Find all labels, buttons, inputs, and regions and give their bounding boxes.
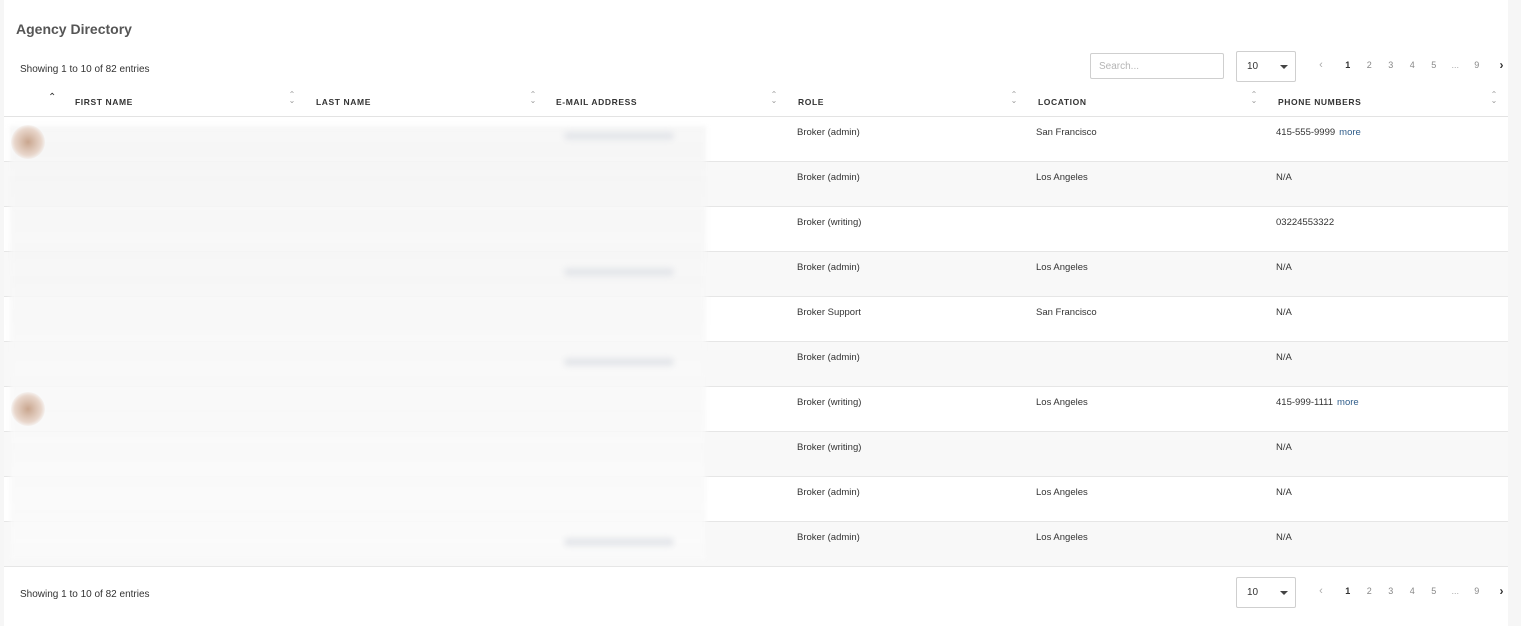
redacted-email (564, 132, 674, 140)
prev-page-button[interactable]: ‹ (1317, 59, 1325, 71)
pagination-bottom: ‹ 1 2 3 4 5 ... 9 › (1317, 584, 1507, 598)
table-header: ⌃ FIRST NAME ⌃ ⌄ LAST NAME ⌃ ⌄ E-MAIL ADDR… (4, 88, 1508, 117)
column-header-role[interactable]: ROLE (798, 88, 824, 116)
cell-location: Los Angeles (1036, 172, 1088, 183)
column-header-location[interactable]: LOCATION (1038, 88, 1087, 116)
page-button-5[interactable]: 5 (1423, 586, 1445, 596)
phone-number: N/A (1276, 172, 1292, 183)
cell-role: Broker (admin) (797, 127, 860, 138)
page-button-9[interactable]: 9 (1466, 60, 1488, 70)
pagination-top: ‹ 1 2 3 4 5 ... 9 › (1317, 58, 1507, 72)
cell-role: Broker (admin) (797, 352, 860, 363)
sort-icon[interactable]: ⌃ ⌄ (529, 91, 537, 105)
cell-role: Broker (writing) (797, 397, 862, 408)
cell-location: Los Angeles (1036, 487, 1088, 498)
column-header-last-name[interactable]: LAST NAME (316, 88, 371, 116)
cell-phone: N/A (1276, 487, 1292, 498)
cell-role: Broker Support (797, 307, 861, 318)
page-title: Agency Directory (16, 21, 132, 37)
redacted-email (564, 268, 674, 276)
cell-phone: N/A (1276, 532, 1292, 543)
cell-role: Broker (writing) (797, 217, 862, 228)
phone-number: N/A (1276, 487, 1292, 498)
avatar (11, 392, 45, 426)
cell-phone: N/A (1276, 262, 1292, 273)
avatar (11, 125, 45, 159)
caret-down-icon (1280, 65, 1288, 69)
page-button-2[interactable]: 2 (1359, 586, 1381, 596)
sort-icon[interactable]: ⌃ ⌄ (1250, 91, 1258, 105)
cell-phone: N/A (1276, 172, 1292, 183)
redacted-personal-info (10, 126, 706, 560)
prev-page-button[interactable]: ‹ (1317, 585, 1325, 597)
pagination-ellipsis: ... (1451, 60, 1459, 70)
phone-number: 415-555-9999 (1276, 127, 1336, 138)
page-button-3[interactable]: 3 (1380, 586, 1402, 596)
cell-phone: 03224553322 (1276, 217, 1334, 228)
sort-icon[interactable]: ⌃ ⌄ (770, 91, 778, 105)
phone-number: N/A (1276, 442, 1292, 453)
cell-role: Broker (admin) (797, 532, 860, 543)
sort-asc-icon[interactable]: ⌃ (48, 92, 56, 103)
cell-location: Los Angeles (1036, 397, 1088, 408)
cell-role: Broker (admin) (797, 262, 860, 273)
sort-icon[interactable]: ⌃ ⌄ (288, 91, 296, 105)
cell-location: San Francisco (1036, 127, 1097, 138)
page-size-value: 10 (1247, 61, 1259, 72)
redacted-email (564, 538, 674, 546)
more-phones-link[interactable]: more (1337, 397, 1359, 408)
cell-location: San Francisco (1036, 307, 1097, 318)
search-input[interactable] (1090, 53, 1224, 79)
cell-phone: 415-555-9999 more (1276, 127, 1361, 138)
cell-phone: N/A (1276, 307, 1292, 318)
column-header-phone[interactable]: PHONE NUMBERS (1278, 88, 1361, 116)
phone-number: N/A (1276, 307, 1292, 318)
page-button-2[interactable]: 2 (1359, 60, 1381, 70)
page-button-4[interactable]: 4 (1402, 586, 1424, 596)
next-page-button[interactable]: › (1497, 58, 1507, 72)
cell-location: Los Angeles (1036, 262, 1088, 273)
page-button-1[interactable]: 1 (1337, 60, 1359, 70)
caret-down-icon (1280, 591, 1288, 595)
sort-icon[interactable]: ⌃ ⌄ (1010, 91, 1018, 105)
cell-phone: N/A (1276, 352, 1292, 363)
page-button-4[interactable]: 4 (1402, 60, 1424, 70)
column-header-email[interactable]: E-MAIL ADDRESS (556, 88, 637, 116)
cell-role: Broker (admin) (797, 487, 860, 498)
page-button-1[interactable]: 1 (1337, 586, 1359, 596)
redacted-email (564, 358, 674, 366)
cell-location: Los Angeles (1036, 532, 1088, 543)
cell-role: Broker (writing) (797, 442, 862, 453)
agency-directory-panel: Agency Directory Showing 1 to 10 of 82 e… (4, 0, 1508, 626)
page-size-select-bottom[interactable]: 10 (1236, 577, 1296, 608)
sort-icon[interactable]: ⌃ ⌄ (1490, 91, 1498, 105)
page-size-select-top[interactable]: 10 (1236, 51, 1296, 82)
column-header-first-name[interactable]: FIRST NAME (75, 88, 133, 116)
more-phones-link[interactable]: more (1339, 127, 1361, 138)
phone-number: N/A (1276, 352, 1292, 363)
phone-number: N/A (1276, 262, 1292, 273)
cell-phone: 415-999-1111 more (1276, 397, 1359, 408)
phone-number: 03224553322 (1276, 217, 1335, 228)
entries-info-bottom: Showing 1 to 10 of 82 entries (20, 589, 150, 600)
entries-info-top: Showing 1 to 10 of 82 entries (20, 64, 150, 75)
cell-phone: N/A (1276, 442, 1292, 453)
page-button-5[interactable]: 5 (1423, 60, 1445, 70)
pagination-ellipsis: ... (1451, 586, 1459, 596)
cell-role: Broker (admin) (797, 172, 860, 183)
phone-number: 415-999-1111 (1276, 397, 1334, 408)
next-page-button[interactable]: › (1497, 584, 1507, 598)
phone-number: N/A (1276, 532, 1292, 543)
page-button-9[interactable]: 9 (1466, 586, 1488, 596)
page-size-value: 10 (1247, 587, 1259, 598)
page-button-3[interactable]: 3 (1380, 60, 1402, 70)
